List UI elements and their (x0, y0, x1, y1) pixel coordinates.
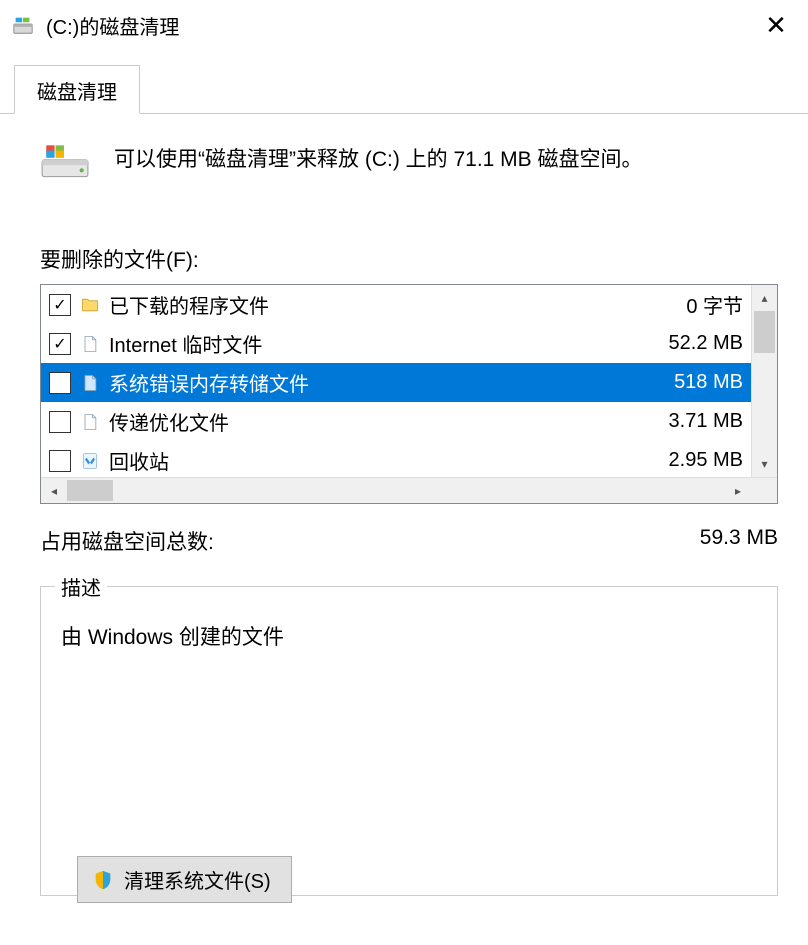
page-icon (79, 411, 101, 433)
file-checkbox[interactable] (49, 411, 71, 433)
file-checkbox[interactable]: ✓ (49, 294, 71, 316)
file-name: Internet 临时文件 (109, 329, 641, 358)
file-row[interactable]: 回收站2.95 MB (41, 441, 751, 480)
files-label: 要删除的文件(F): (40, 244, 778, 274)
titlebar: (C:)的磁盘清理 ✕ (0, 0, 808, 50)
file-row[interactable]: 系统错误内存转储文件518 MB (41, 363, 751, 402)
horizontal-scroll-thumb[interactable] (67, 480, 113, 501)
file-row[interactable]: 传递优化文件3.71 MB (41, 402, 751, 441)
file-size: 518 MB (641, 371, 751, 394)
file-size: 52.2 MB (641, 332, 751, 355)
folder-icon (79, 294, 101, 316)
vertical-scrollbar[interactable]: ▴ ▾ (751, 285, 777, 477)
file-size: 2.95 MB (641, 449, 751, 472)
total-row: 占用磁盘空间总数: 59.3 MB (40, 526, 778, 556)
files-rows: ✓已下载的程序文件0 字节✓Internet 临时文件52.2 MB系统错误内存… (41, 285, 751, 477)
file-checkbox[interactable] (49, 372, 71, 394)
file-row[interactable]: ✓ 已下载的程序文件0 字节 (41, 285, 751, 324)
panel: 可以使用“磁盘清理”来释放 (C:) 上的 71.1 MB 磁盘空间。 要删除的… (0, 114, 808, 896)
recycle-icon (79, 450, 101, 472)
files-listbox: ✓已下载的程序文件0 字节✓Internet 临时文件52.2 MB系统错误内存… (40, 284, 778, 504)
file-size: 0 字节 (641, 290, 751, 319)
file-checkbox[interactable]: ✓ (49, 333, 71, 355)
horizontal-scroll-track[interactable] (67, 478, 725, 503)
file-row[interactable]: ✓ Internet 临时文件52.2 MB (41, 324, 751, 363)
app-icon (12, 14, 34, 36)
scroll-corner (751, 478, 777, 503)
horizontal-scrollbar[interactable]: ◂ ▸ (41, 477, 777, 503)
total-value: 59.3 MB (700, 526, 778, 556)
description-box: 描述 由 Windows 创建的文件 清理系统文件(S) (40, 586, 778, 896)
info-text: 可以使用“磁盘清理”来释放 (C:) 上的 71.1 MB 磁盘空间。 (114, 142, 643, 176)
page-icon (79, 333, 101, 355)
page-icon (79, 372, 101, 394)
file-size: 3.71 MB (641, 410, 751, 433)
drive-icon (40, 142, 90, 182)
file-checkbox[interactable] (49, 450, 71, 472)
description-heading: 描述 (55, 572, 107, 601)
description-text: 由 Windows 创建的文件 (61, 621, 757, 651)
vertical-scroll-track[interactable] (752, 311, 777, 451)
window-title: (C:)的磁盘清理 (46, 11, 756, 40)
scroll-left-icon[interactable]: ◂ (41, 478, 67, 503)
clean-system-files-label: 清理系统文件(S) (124, 865, 271, 894)
file-name: 回收站 (109, 446, 641, 475)
scroll-right-icon[interactable]: ▸ (725, 478, 751, 503)
clean-system-files-button[interactable]: 清理系统文件(S) (77, 856, 292, 903)
tab-row: 磁盘清理 (0, 50, 808, 114)
close-button[interactable]: ✕ (756, 12, 796, 38)
file-name: 系统错误内存转储文件 (109, 368, 641, 397)
vertical-scroll-thumb[interactable] (754, 311, 775, 353)
file-name: 传递优化文件 (109, 407, 641, 436)
file-name: 已下载的程序文件 (109, 290, 641, 319)
scroll-down-icon[interactable]: ▾ (752, 451, 777, 477)
tab-disk-cleanup[interactable]: 磁盘清理 (14, 65, 140, 114)
info-row: 可以使用“磁盘清理”来释放 (C:) 上的 71.1 MB 磁盘空间。 (40, 142, 778, 182)
scroll-up-icon[interactable]: ▴ (752, 285, 777, 311)
shield-icon (92, 869, 114, 891)
total-label: 占用磁盘空间总数: (40, 526, 214, 556)
